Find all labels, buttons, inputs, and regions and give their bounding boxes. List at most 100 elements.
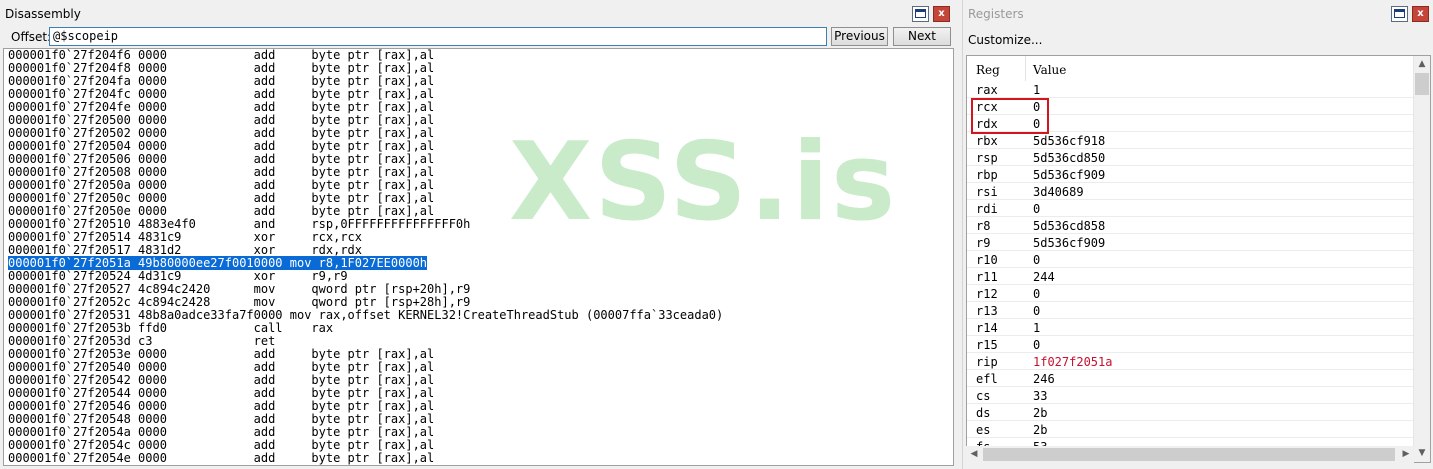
register-value[interactable]: 0 [1033, 287, 1040, 301]
registers-rows: rax 1 rcx 0 rdx 0 rbx 5d536cf918 rsp 5d536cd850 rb… [967, 81, 1413, 455]
register-row-r8[interactable]: r8 5d536cd858 [967, 217, 1413, 234]
next-button[interactable]: Next [893, 27, 951, 46]
register-value[interactable]: 3d40689 [1033, 185, 1084, 199]
code-line-text: 000001f0`27f20542 0000 add byte ptr [rax… [8, 373, 435, 387]
customize-link[interactable]: Customize... [968, 33, 1042, 47]
disassembly-title: Disassembly [5, 7, 81, 21]
register-row-r14[interactable]: r14 1 [967, 319, 1413, 336]
register-name: efl [976, 372, 998, 386]
register-row-efl[interactable]: efl 246 [967, 370, 1413, 387]
register-name: rbx [976, 134, 998, 148]
previous-button[interactable]: Previous [831, 27, 888, 46]
register-row-rax[interactable]: rax 1 [967, 81, 1413, 98]
register-value[interactable]: 2b [1033, 406, 1047, 420]
code-line[interactable]: 000001f0`27f2054e 0000 add byte ptr [rax… [8, 452, 723, 465]
register-row-rip[interactable]: rip 1f027f2051a [967, 353, 1413, 370]
disassembly-code-view[interactable]: XSS.is 000001f0`27f204f6 0000 add byte p… [3, 48, 954, 466]
scroll-thumb-horizontal[interactable] [983, 448, 1395, 461]
scroll-thumb[interactable] [1415, 73, 1429, 95]
register-name: rip [976, 355, 998, 369]
register-row-cs[interactable]: cs 33 [967, 387, 1413, 404]
code-line-text: 000001f0`27f20540 0000 add byte ptr [rax… [8, 360, 435, 374]
close-icon[interactable]: x [933, 6, 950, 22]
close-icon[interactable]: x [1412, 6, 1429, 22]
register-value[interactable]: 2b [1033, 423, 1047, 437]
register-name: r15 [976, 338, 998, 352]
register-row-rsi[interactable]: rsi 3d40689 [967, 183, 1413, 200]
register-row-es[interactable]: es 2b [967, 421, 1413, 438]
register-row-r9[interactable]: r9 5d536cf909 [967, 234, 1413, 251]
code-line-text: 000001f0`27f2053b ffd0 call rax [8, 321, 334, 335]
register-row-r11[interactable]: r11 244 [967, 268, 1413, 285]
register-row-r15[interactable]: r15 0 [967, 336, 1413, 353]
registers-header: Reg Value [967, 56, 1413, 81]
column-divider[interactable] [1025, 56, 1026, 81]
register-value[interactable]: 246 [1033, 372, 1055, 386]
code-line-text: 000001f0`27f204fe 0000 add byte ptr [rax… [8, 100, 435, 114]
register-row-r12[interactable]: r12 0 [967, 285, 1413, 302]
register-value[interactable]: 5d536cf918 [1033, 134, 1105, 148]
code-line-text: 000001f0`27f2050a 0000 add byte ptr [rax… [8, 178, 435, 192]
disassembly-titlebar: Disassembly x [0, 0, 955, 27]
register-value[interactable]: 5d536cf909 [1033, 168, 1105, 182]
code-line-text: 000001f0`27f2050c 0000 add byte ptr [rax… [8, 191, 435, 205]
code-line-text: 000001f0`27f20514 4831c9 xor rcx,rcx [8, 230, 363, 244]
code-line-text: 000001f0`27f204fa 0000 add byte ptr [rax… [8, 74, 435, 88]
register-name: rsp [976, 151, 998, 165]
offset-input[interactable]: @$scopeip [49, 27, 827, 46]
register-value[interactable]: 1f027f2051a [1033, 355, 1112, 369]
register-row-rsp[interactable]: rsp 5d536cd850 [967, 149, 1413, 166]
register-value[interactable]: 1 [1033, 83, 1040, 97]
registers-table: Reg Value rax 1 rcx 0 rdx 0 rbx 5d536cf918 rsp 5d… [966, 55, 1431, 463]
register-value[interactable]: 0 [1033, 202, 1040, 216]
vertical-scrollbar[interactable]: ▲ ▼ [1413, 56, 1430, 462]
register-name: es [976, 423, 991, 437]
float-window-icon[interactable] [912, 6, 929, 22]
register-value[interactable]: 1 [1033, 321, 1040, 335]
register-value[interactable]: 5d536cd850 [1033, 151, 1105, 165]
column-header-reg[interactable]: Reg [976, 63, 1000, 77]
register-row-r10[interactable]: r10 0 [967, 251, 1413, 268]
code-line-text: 000001f0`27f20531 48b8a0adce33fa7f0000 m… [8, 308, 724, 322]
code-line-text: 000001f0`27f2053d c3 ret [8, 334, 276, 348]
registers-title: Registers [968, 7, 1024, 21]
register-row-r13[interactable]: r13 0 [967, 302, 1413, 319]
highlight-annotation [971, 98, 1049, 134]
register-value[interactable]: 5d536cf909 [1033, 236, 1105, 250]
register-value[interactable]: 0 [1033, 338, 1040, 352]
scroll-left-icon[interactable]: ◀ [966, 446, 982, 463]
register-value[interactable]: 0 [1033, 304, 1040, 318]
code-line-text: 000001f0`27f2054e 0000 add byte ptr [rax… [8, 451, 435, 465]
register-value[interactable]: 33 [1033, 389, 1047, 403]
register-name: r10 [976, 253, 998, 267]
register-row-rbp[interactable]: rbp 5d536cf909 [967, 166, 1413, 183]
register-name: r14 [976, 321, 998, 335]
register-row-ds[interactable]: ds 2b [967, 404, 1413, 421]
register-name: rsi [976, 185, 998, 199]
code-line-text: 000001f0`27f20502 0000 add byte ptr [rax… [8, 126, 435, 140]
scroll-up-icon[interactable]: ▲ [1414, 56, 1430, 73]
code-line-text: 000001f0`27f2054c 0000 add byte ptr [rax… [8, 438, 435, 452]
code-line-text: 000001f0`27f2052c 4c894c2428 mov qword p… [8, 295, 471, 309]
code-line-text: 000001f0`27f20504 0000 add byte ptr [rax… [8, 139, 435, 153]
code-line-text: 000001f0`27f20506 0000 add byte ptr [rax… [8, 152, 435, 166]
register-row-rdi[interactable]: rdi 0 [967, 200, 1413, 217]
register-name: r8 [976, 219, 991, 233]
register-value[interactable]: 5d536cd858 [1033, 219, 1105, 233]
scroll-right-icon[interactable]: ▶ [1398, 446, 1414, 463]
code-line-text: 000001f0`27f20527 4c894c2420 mov qword p… [8, 282, 471, 296]
float-window-icon[interactable] [1391, 6, 1408, 22]
register-value[interactable]: 244 [1033, 270, 1055, 284]
register-row-rbx[interactable]: rbx 5d536cf918 [967, 132, 1413, 149]
code-line-text: 000001f0`27f204fc 0000 add byte ptr [rax… [8, 87, 435, 101]
scroll-down-icon[interactable]: ▼ [1414, 445, 1430, 462]
horizontal-scrollbar[interactable]: ◀ ▶ [966, 446, 1414, 463]
column-header-value[interactable]: Value [1033, 63, 1066, 77]
register-value[interactable]: 0 [1033, 253, 1040, 267]
register-name: r11 [976, 270, 998, 284]
code-line-text: 000001f0`27f20517 4831d2 xor rdx,rdx [8, 243, 363, 257]
offset-label: Offset: [11, 30, 52, 44]
code-line-text: 000001f0`27f20508 0000 add byte ptr [rax… [8, 165, 435, 179]
register-name: rbp [976, 168, 998, 182]
register-name: r9 [976, 236, 991, 250]
